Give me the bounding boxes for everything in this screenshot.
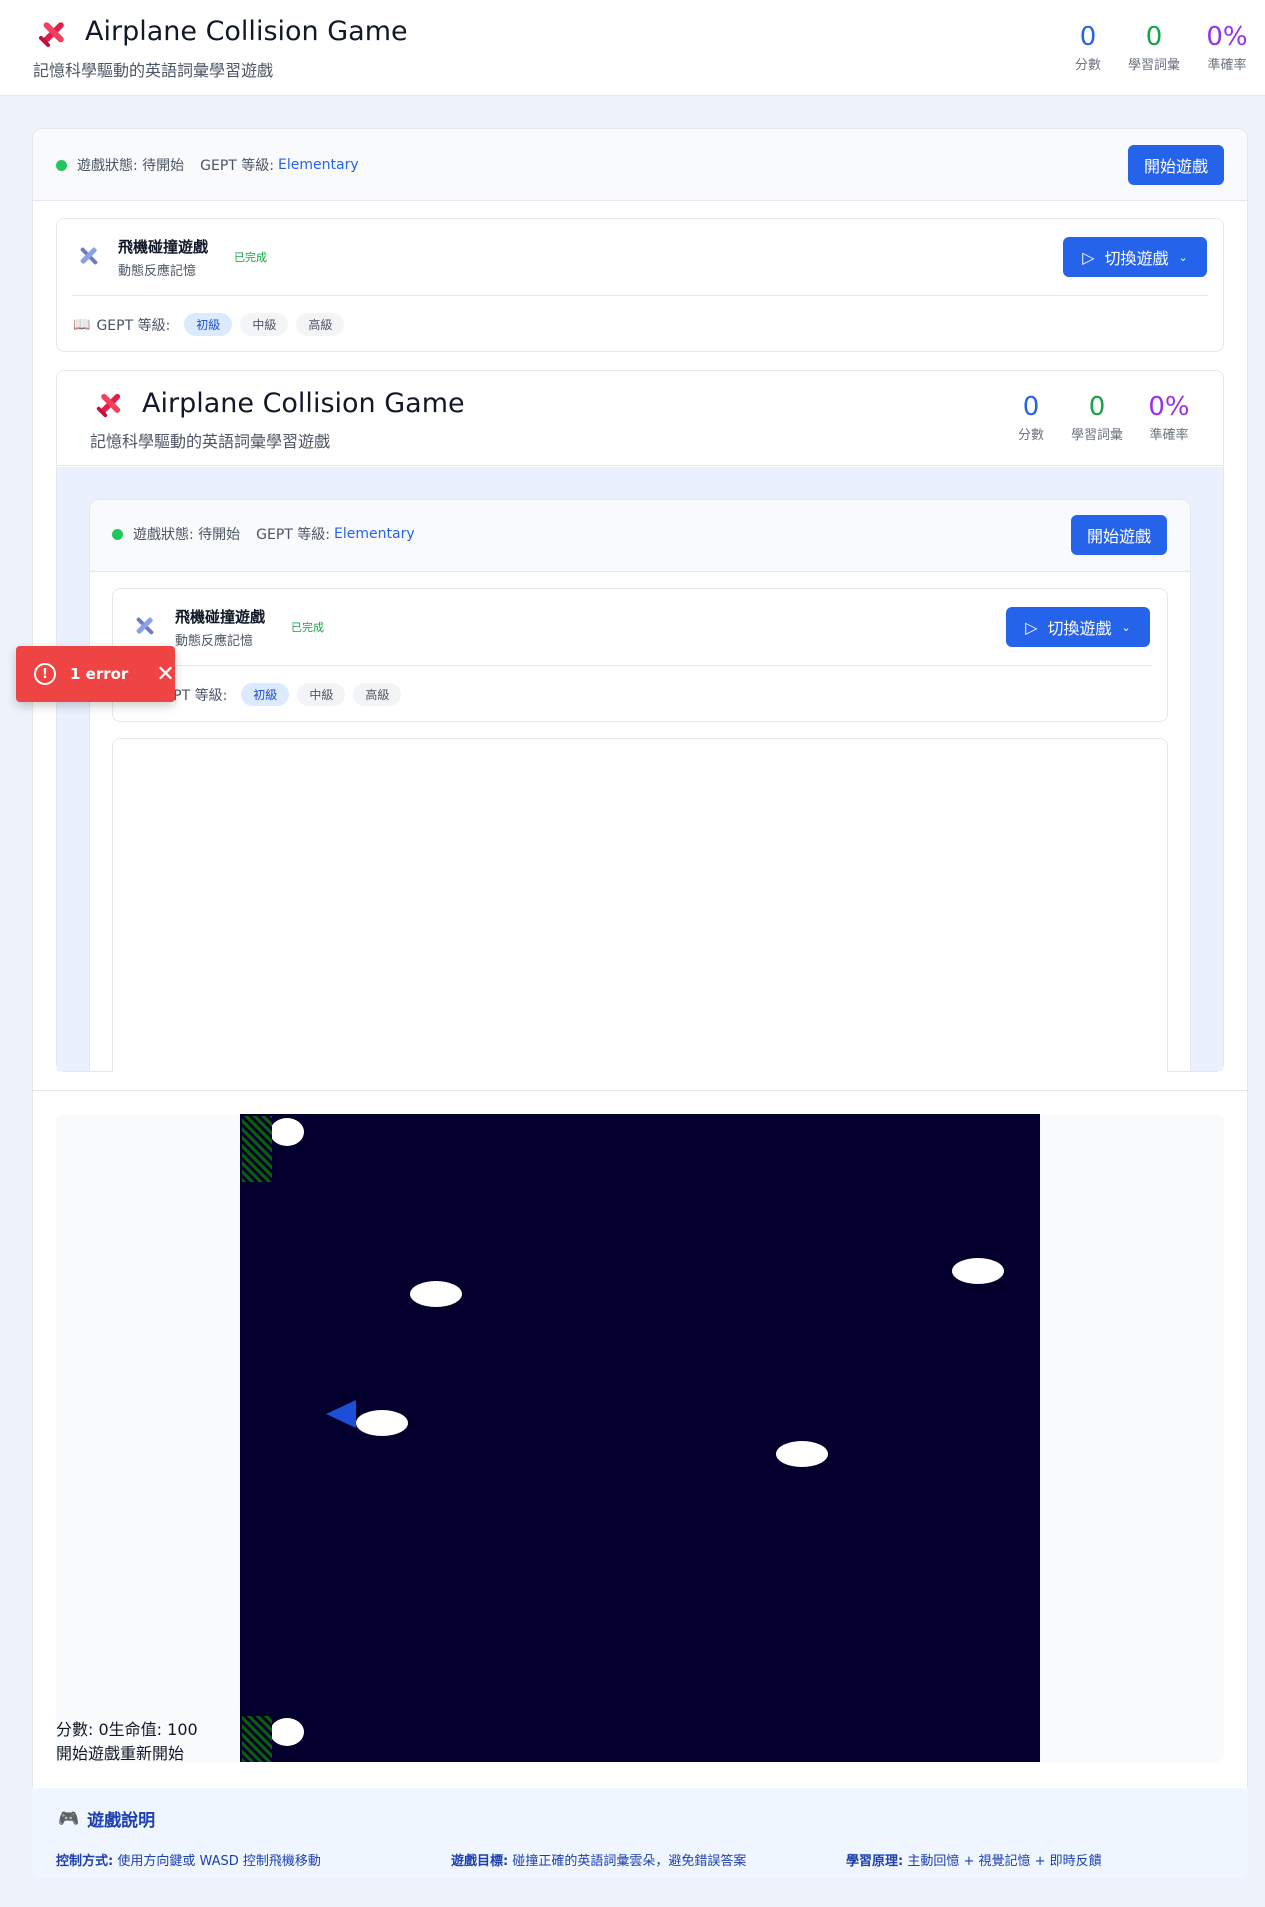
chevron-down-icon: ⌄ <box>1178 250 1188 264</box>
broken-sprite-bottom <box>240 1714 304 1762</box>
level-pill-intermediate[interactable]: 中級 <box>240 313 289 336</box>
start-game-button[interactable]: 開始遊戲 <box>1128 145 1224 185</box>
alert-circle-icon: ! <box>34 663 56 685</box>
word-cloud <box>776 1441 828 1467</box>
game-subtitle: 動態反應記憶 <box>118 264 197 279</box>
page-title: Airplane Collision Game <box>85 16 408 47</box>
close-icon[interactable]: ✕ <box>156 662 174 687</box>
word-cloud <box>952 1258 1004 1284</box>
play-icon: ▷ <box>1082 247 1095 267</box>
divider <box>72 295 1208 296</box>
level-pill-advanced[interactable]: 高級 <box>353 683 402 706</box>
broken-sprite-top <box>240 1114 304 1184</box>
embedded-start-game-button[interactable]: 開始遊戲 <box>1071 515 1167 555</box>
status-dot-icon <box>112 528 123 540</box>
page-subtitle: 記憶科學驅動的英語詞彙學習遊戲 <box>33 61 274 80</box>
status-dot-icon <box>56 159 67 171</box>
embedded-accuracy-stat: 0% 準確率 <box>1148 392 1190 443</box>
airplane-icon <box>80 247 98 265</box>
gept-level-value: Elementary <box>278 157 359 173</box>
embedded-title: Airplane Collision Game <box>142 388 465 419</box>
gamepad-icon: 🎮 <box>58 1808 80 1829</box>
word-cloud <box>410 1281 462 1307</box>
app-header: Airplane Collision Game 記憶科學驅動的英語詞彙學習遊戲 … <box>0 0 1265 96</box>
book-icon: 📖 <box>73 316 91 333</box>
airplane-icon <box>136 617 154 635</box>
word-cloud <box>356 1410 408 1436</box>
completed-badge: 已完成 <box>234 251 267 264</box>
level-pill-advanced[interactable]: 高級 <box>296 313 345 336</box>
chevron-down-icon: ⌄ <box>1121 620 1131 634</box>
accuracy-stat: 0% 準確率 <box>1206 22 1248 73</box>
airplane-logo-icon <box>96 393 121 418</box>
instruction-goal: 遊戲目標: 碰撞正確的英語詞彙雲朵，避免錯誤答案 <box>451 1854 747 1869</box>
game-canvas[interactable] <box>240 1114 1040 1762</box>
airplane-logo-icon <box>38 22 64 48</box>
level-selector: 📖 GEPT 等級: 初級 中級 高級 <box>73 313 352 336</box>
player-airplane-icon <box>326 1400 356 1428</box>
hud-controls[interactable]: 開始遊戲重新開始 <box>56 1740 184 1764</box>
embedded-game-title: 飛機碰撞遊戲 <box>175 608 266 626</box>
instruction-principle: 學習原理: 主動回憶 + 視覺記憶 + 即時反饋 <box>846 1854 1102 1869</box>
instructions-panel: 🎮 遊戲說明 控制方式: 使用方向鍵或 WASD 控制飛機移動 遊戲目標: 碰撞… <box>32 1788 1248 1878</box>
level-pill-elementary[interactable]: 初級 <box>184 313 233 336</box>
error-count: 1 error <box>70 665 129 683</box>
switch-game-button[interactable]: ▷ 切換遊戲 ⌄ <box>1063 237 1207 277</box>
embedded-switch-game-button[interactable]: ▷ 切換遊戲 ⌄ <box>1006 607 1150 647</box>
game-title: 飛機碰撞遊戲 <box>118 238 209 256</box>
embedded-game-subtitle: 動態反應記憶 <box>175 634 254 649</box>
instruction-controls: 控制方式: 使用方向鍵或 WASD 控制飛機移動 <box>56 1854 321 1869</box>
play-icon: ▷ <box>1025 617 1038 637</box>
hud-score-lives: 分數: 0生命值: 100 <box>56 1720 198 1739</box>
instructions-heading: 🎮 遊戲說明 <box>58 1808 156 1832</box>
level-pill-elementary[interactable]: 初級 <box>241 683 290 706</box>
embedded-game-status: 遊戲狀態: 待開始 GEPT 等級: Elementary <box>112 524 415 544</box>
error-toast[interactable]: ! 1 error ✕ <box>16 646 175 702</box>
embedded-completed-badge: 已完成 <box>291 621 324 634</box>
embedded-subtitle: 記憶科學驅動的英語詞彙學習遊戲 <box>90 432 331 451</box>
level-pill-intermediate[interactable]: 中級 <box>297 683 346 706</box>
game-status: 遊戲狀態: 待開始 GEPT 等級: Elementary <box>56 155 359 175</box>
embedded-canvas-area <box>112 738 1168 1072</box>
